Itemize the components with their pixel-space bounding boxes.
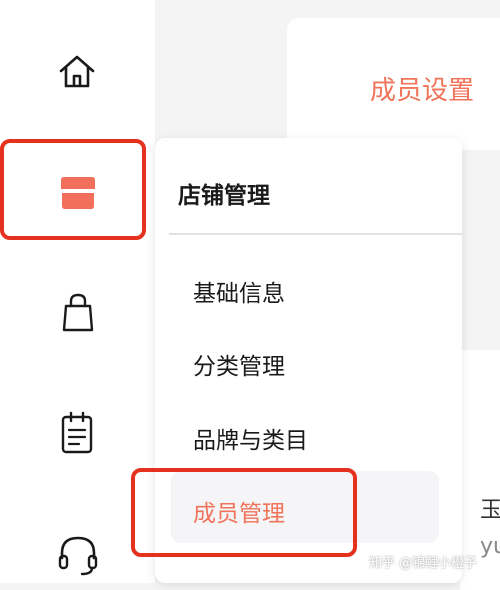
flyout-title: 店铺管理 <box>178 183 270 209</box>
menu-item-basic-info[interactable]: 基础信息 <box>193 274 285 308</box>
menu-item-category-management[interactable]: 分类管理 <box>193 347 285 381</box>
menu-item-member-management[interactable]: 成员管理 <box>193 494 285 528</box>
home-icon[interactable] <box>56 52 98 92</box>
watermark: 知乎 @锦鲤小橙子 <box>369 556 478 571</box>
headset-icon[interactable] <box>56 532 100 576</box>
flyout-divider <box>169 233 462 235</box>
member-name-partial: 玉 <box>480 498 500 523</box>
menu-item-brand-category[interactable]: 品牌与类目 <box>193 421 308 455</box>
sidebar <box>0 0 155 583</box>
page-title: 成员设置 <box>370 76 475 106</box>
store-icon[interactable] <box>58 176 98 210</box>
member-settings-card: 成员设置 <box>287 18 500 150</box>
clipboard-icon[interactable] <box>58 410 96 456</box>
shopping-bag-icon[interactable] <box>60 292 96 334</box>
member-id-partial: yu <box>480 534 500 559</box>
store-management-flyout: 店铺管理 基础信息 分类管理 品牌与类目 成员管理 <box>155 138 462 583</box>
